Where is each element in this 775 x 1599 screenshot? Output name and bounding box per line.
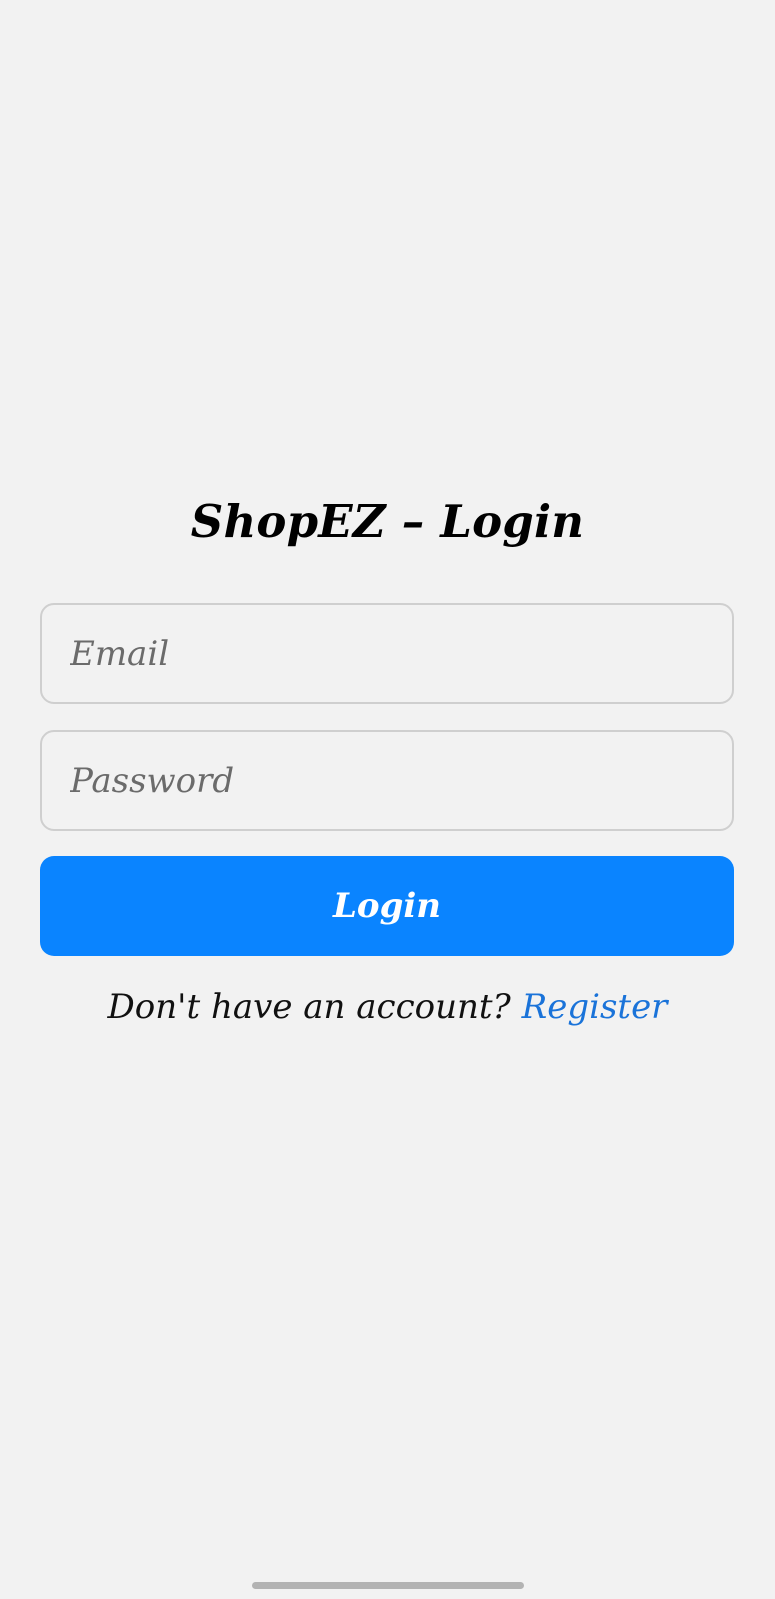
page-title: ShopEZ – Login: [190, 495, 585, 548]
home-indicator[interactable]: [252, 1582, 524, 1589]
password-input[interactable]: [42, 732, 732, 829]
register-prompt-row: Don't have an account? Register: [0, 984, 775, 1030]
login-button[interactable]: Login: [40, 856, 734, 956]
register-prompt-text: Don't have an account?: [107, 987, 511, 1027]
email-input[interactable]: [42, 605, 732, 702]
email-field-container[interactable]: [40, 603, 734, 704]
password-field-container[interactable]: [40, 730, 734, 831]
register-link[interactable]: Register: [522, 987, 668, 1027]
